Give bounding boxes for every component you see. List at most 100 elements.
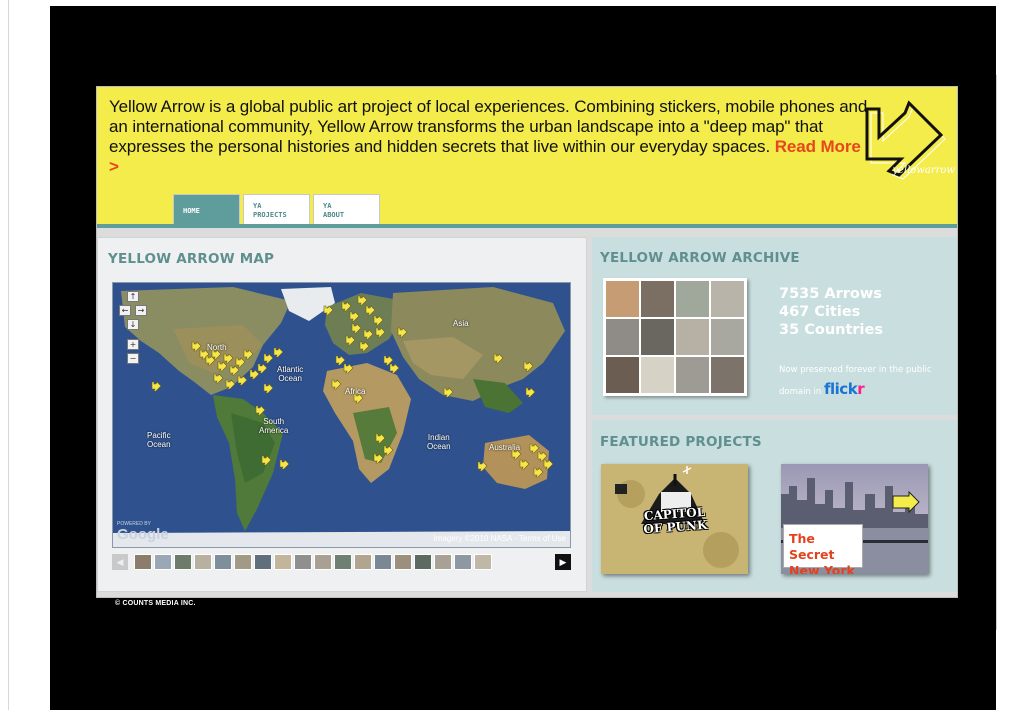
featured-project-secret-new-york[interactable]: The Secret New York — [781, 464, 928, 574]
strip-thumbnail[interactable] — [214, 554, 232, 570]
yellow-arrow-marker-icon[interactable] — [255, 405, 266, 416]
yellow-arrow-marker-icon[interactable] — [493, 353, 504, 364]
intro-text: Yellow Arrow is a global public art proj… — [109, 97, 868, 156]
countries-count: 35 Countries — [779, 322, 883, 338]
strip-thumbnail[interactable] — [274, 554, 292, 570]
world-map[interactable]: ↑ ← → ↓ + − North Atlantic Ocean Asia Af… — [112, 282, 571, 548]
tab-ya-projects[interactable]: YA PROJECTS — [243, 194, 310, 224]
strip-thumbnail[interactable] — [394, 554, 412, 570]
preserved-note: Now preserved forever in the public doma… — [779, 361, 939, 402]
yellow-arrow-marker-icon[interactable] — [511, 449, 522, 460]
strip-thumbnail[interactable] — [434, 554, 452, 570]
yellow-arrow-marker-icon[interactable] — [477, 461, 488, 472]
map-label-asia: Asia — [453, 319, 469, 328]
secret-new-york-label: The Secret New York — [783, 524, 863, 574]
yellow-arrow-marker-icon[interactable] — [443, 387, 454, 398]
tab-ya-about[interactable]: YA ABOUT — [313, 194, 380, 224]
yellow-arrow-marker-icon[interactable] — [213, 373, 224, 384]
strip-thumbnail[interactable] — [234, 554, 252, 570]
archive-photo — [641, 281, 674, 317]
yellow-arrow-marker-icon[interactable] — [543, 459, 554, 470]
flickr-logo[interactable]: flickr — [824, 380, 865, 398]
strip-thumbnail[interactable] — [174, 554, 192, 570]
archive-photo — [711, 281, 744, 317]
map-zoom-out-icon[interactable]: − — [127, 353, 139, 364]
yellow-arrow-marker-icon[interactable] — [373, 315, 384, 326]
yellow-arrow-marker-icon[interactable] — [353, 393, 364, 404]
strip-thumbnail[interactable] — [314, 554, 332, 570]
archive-photo — [641, 319, 674, 355]
yellow-arrow-homepage: Yellow Arrow is a global public art proj… — [96, 86, 958, 598]
yellow-arrow-marker-icon[interactable] — [397, 327, 408, 338]
yellow-arrow-marker-icon[interactable] — [373, 453, 384, 464]
archive-photo — [711, 319, 744, 355]
strip-prev-icon[interactable]: ◀ — [112, 554, 128, 570]
copyright-footer: © COUNTS MEDIA INC. — [115, 600, 196, 607]
yellow-arrow-marker-icon[interactable] — [533, 467, 544, 478]
strip-thumbnail[interactable] — [354, 554, 372, 570]
yellow-arrow-marker-icon[interactable] — [151, 381, 162, 392]
strip-thumbnail[interactable] — [194, 554, 212, 570]
yellow-arrow-marker-icon[interactable] — [375, 327, 386, 338]
strip-next-icon[interactable]: ▶ — [555, 554, 571, 570]
yellow-arrow-marker-icon[interactable] — [345, 335, 356, 346]
archive-panel-title: YELLOW ARROW ARCHIVE — [600, 250, 800, 266]
yellow-arrow-marker-icon[interactable] — [211, 349, 222, 360]
logo-wordmark: yellowarrow — [892, 165, 955, 176]
map-imagery-credit: Imagery ©2010 NASA - Terms of Use — [433, 534, 566, 543]
strip-thumbnail[interactable] — [154, 554, 172, 570]
photo-thumbnail-strip: ◀ ▶ — [112, 552, 571, 572]
yellow-arrow-marker-icon[interactable] — [363, 329, 374, 340]
strip-thumbnail[interactable] — [134, 554, 152, 570]
strip-thumbnail[interactable] — [474, 554, 492, 570]
yellow-arrow-marker-icon[interactable] — [389, 363, 400, 374]
strip-thumbnail[interactable] — [254, 554, 272, 570]
yellow-arrow-marker-icon[interactable] — [383, 445, 394, 456]
featured-panel-title: FEATURED PROJECTS — [600, 434, 762, 450]
yellow-arrow-marker-icon[interactable] — [519, 459, 530, 470]
yellow-arrow-marker-icon[interactable] — [237, 375, 248, 386]
yellow-arrow-marker-icon[interactable] — [359, 341, 370, 352]
map-zoom-in-icon[interactable]: + — [127, 339, 139, 350]
strip-thumbnail[interactable] — [334, 554, 352, 570]
archive-photo — [641, 357, 674, 393]
strip-thumbnail[interactable] — [414, 554, 432, 570]
archive-photo-collage[interactable] — [603, 278, 747, 396]
strip-thumbnail[interactable] — [374, 554, 392, 570]
yellow-arrow-marker-icon[interactable] — [351, 323, 362, 334]
yellow-arrow-marker-icon[interactable] — [331, 379, 342, 390]
tab-home[interactable]: HOME — [173, 194, 240, 224]
yellow-arrow-marker-icon[interactable] — [279, 459, 290, 470]
featured-panel: FEATURED PROJECTS CAPITOL OF PUNK The Se… — [592, 420, 957, 592]
yellow-arrow-marker-icon[interactable] — [243, 349, 254, 360]
map-pan-left-icon[interactable]: ← — [119, 305, 131, 316]
strip-thumbnail[interactable] — [294, 554, 312, 570]
yellow-arrow-marker-icon[interactable] — [323, 305, 334, 316]
main-nav-tabs: HOME YA PROJECTS YA ABOUT — [173, 194, 380, 224]
strip-thumbnail[interactable] — [454, 554, 472, 570]
cities-count: 467 Cities — [779, 304, 861, 320]
map-label-south-america: South America — [259, 417, 289, 435]
map-pan-right-icon[interactable]: → — [135, 305, 147, 316]
yellow-arrow-marker-icon[interactable] — [223, 353, 234, 364]
yellow-arrow-marker-icon[interactable] — [523, 361, 534, 372]
yellow-arrow-marker-icon[interactable] — [257, 363, 268, 374]
archive-panel: YELLOW ARROW ARCHIVE 7535 Arrows 467 Cit… — [592, 237, 957, 415]
yellow-arrow-marker-icon[interactable] — [349, 311, 360, 322]
map-pan-up-icon[interactable]: ↑ — [127, 291, 139, 302]
yellow-arrow-marker-icon[interactable] — [273, 347, 284, 358]
yellow-arrow-marker-icon[interactable] — [225, 379, 236, 390]
map-pan-down-icon[interactable]: ↓ — [127, 319, 139, 330]
intro-paragraph: Yellow Arrow is a global public art proj… — [109, 97, 869, 177]
yellow-arrow-marker-icon[interactable] — [525, 387, 536, 398]
yellow-arrow-marker-icon[interactable] — [261, 455, 272, 466]
capitol-of-punk-label: CAPITOL OF PUNK — [642, 504, 708, 537]
featured-project-capitol-of-punk[interactable]: CAPITOL OF PUNK — [601, 464, 748, 574]
map-label-pacific: Pacific Ocean — [147, 431, 171, 449]
yellow-arrow-marker-icon[interactable] — [375, 433, 386, 444]
yellow-arrow-marker-icon[interactable] — [343, 363, 354, 374]
world-map-graphic — [113, 283, 570, 547]
yellow-arrow-marker-icon[interactable] — [263, 383, 274, 394]
map-label-atlantic: Atlantic Ocean — [277, 365, 304, 383]
archive-photo — [676, 281, 709, 317]
